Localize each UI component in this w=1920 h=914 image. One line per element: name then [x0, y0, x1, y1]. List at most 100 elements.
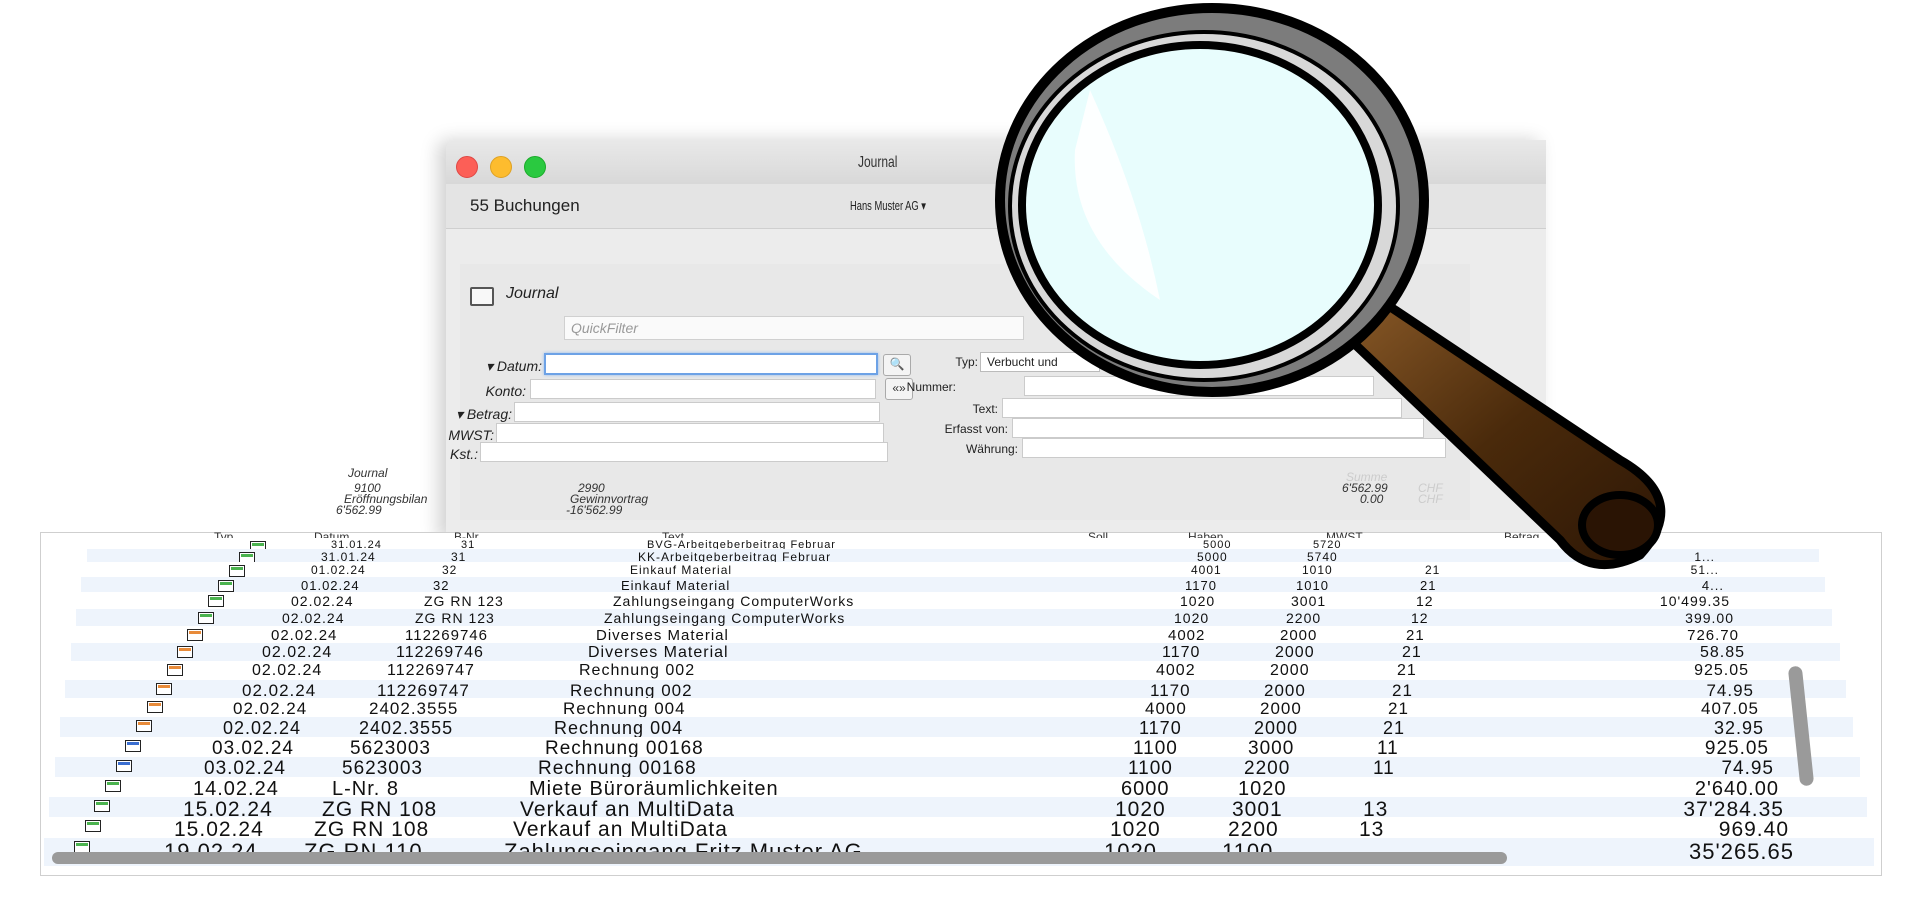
row-haben: 2000: [1254, 718, 1299, 738]
row-bnr: 2402.3555: [369, 699, 459, 718]
booking-type-icon: [229, 565, 245, 577]
kst-label: Kst.:: [449, 446, 478, 462]
row-bnr: ZG RN 123: [424, 593, 504, 609]
row-bnr: 32: [433, 578, 450, 593]
konto-field[interactable]: [530, 379, 876, 399]
row-text: Rechnung 004: [554, 718, 684, 738]
mwst-field[interactable]: [496, 423, 884, 443]
waehrung-field[interactable]: [1022, 438, 1446, 458]
row-mwst: 21: [1397, 662, 1417, 679]
minimize-window-button[interactable]: [490, 156, 512, 178]
row-mwst: 21: [1402, 644, 1422, 661]
row-haben: 2000: [1275, 644, 1315, 661]
booking-type-icon: [218, 580, 234, 592]
row-soll: 4000: [1145, 699, 1187, 718]
kst-field[interactable]: [480, 442, 888, 462]
text-label: Text:: [972, 402, 998, 416]
row-betrag: 58.85: [1699, 644, 1745, 661]
row-mwst: 21: [1383, 718, 1406, 738]
nummer-field[interactable]: [1024, 376, 1374, 396]
datum-label[interactable]: ▾ Datum:: [452, 358, 542, 375]
horizontal-scrollbar[interactable]: [52, 852, 1507, 864]
erfasst-von-field[interactable]: [1012, 418, 1424, 438]
row-betrag: 32.95: [1713, 718, 1764, 738]
booking-type-icon: [198, 612, 214, 624]
booking-count: 55 Buchungen: [470, 196, 580, 215]
summary-currency-2: CHF: [1418, 492, 1443, 506]
row-betrag: 726.70: [1687, 627, 1739, 644]
row-betrag: 10'499.35: [1659, 593, 1730, 609]
row-soll: 1020: [1174, 610, 1210, 626]
filter-section-title: Journal: [506, 285, 559, 302]
journal-icon: [470, 287, 494, 306]
row-mwst: 21: [1388, 699, 1409, 718]
row-date: 02.02.24: [271, 627, 338, 644]
row-date: 02.02.24: [233, 699, 308, 718]
row-soll: 1170: [1139, 718, 1182, 738]
mwst-label: MWST:: [448, 427, 494, 443]
row-haben: 2000: [1270, 662, 1310, 679]
row-date: 02.02.24: [291, 593, 354, 609]
nummer-label: Nummer:: [906, 380, 956, 394]
row-haben: 2000: [1280, 627, 1318, 644]
row-betrag: 4...: [1701, 578, 1724, 593]
row-haben: 2000: [1260, 699, 1302, 718]
row-text: Diverses Material: [596, 627, 729, 644]
row-soll: 4001: [1191, 563, 1222, 577]
row-soll: 4002: [1168, 627, 1206, 644]
row-mwst: 21: [1420, 578, 1437, 593]
row-date: 01.02.24: [301, 578, 360, 593]
row-soll: 1170: [1162, 644, 1201, 661]
window-title: Journal: [858, 154, 898, 171]
row-betrag: 925.05: [1694, 662, 1749, 679]
row-betrag: 35'265.65: [1689, 839, 1794, 864]
booking-type-icon: [177, 646, 193, 658]
row-mwst: 21: [1406, 627, 1425, 644]
row-bnr: 112269746: [405, 627, 488, 644]
booking-type-icon: [116, 760, 132, 772]
row-bnr: 112269746: [396, 644, 484, 661]
zoom-window-button[interactable]: [524, 156, 546, 178]
row-haben: 3001: [1291, 593, 1327, 609]
booking-type-icon: [125, 740, 141, 752]
erfasst-von-label: Erfasst von:: [944, 422, 1008, 436]
row-bnr: 2402.3555: [359, 718, 454, 738]
row-soll: 1170: [1185, 578, 1217, 593]
row-text: Zahlungseingang ComputerWorks: [613, 593, 855, 609]
close-window-button[interactable]: [456, 156, 478, 178]
row-haben: 1010: [1302, 563, 1333, 577]
summary-middle-amount: -16'562.99: [566, 503, 623, 517]
row-text: Diverses Material: [588, 644, 729, 661]
booking-type-icon: [85, 820, 101, 832]
row-text: Einkauf Material: [630, 563, 733, 577]
summary-heading: Journal: [348, 466, 388, 480]
text-field[interactable]: [1002, 398, 1402, 418]
row-mwst: 21: [1425, 563, 1441, 577]
row-haben: 1010: [1296, 578, 1329, 593]
quickfilter-input[interactable]: QuickFilter: [564, 316, 1024, 340]
title-bar[interactable]: Journal: [446, 140, 1546, 185]
betrag-label[interactable]: ▾ Betrag:: [420, 406, 512, 423]
betrag-field[interactable]: [514, 402, 880, 422]
booking-type-icon: [167, 664, 183, 676]
row-bnr: ZG RN 123: [415, 610, 495, 626]
datum-field[interactable]: [544, 353, 878, 375]
booking-type-icon: [94, 800, 110, 812]
typ-select[interactable]: Verbucht und: [980, 352, 1100, 372]
row-date: 02.02.24: [282, 610, 345, 626]
row-soll: 1020: [1180, 593, 1216, 609]
row-date: 02.02.24: [252, 662, 323, 679]
row-text: Zahlungseingang ComputerWorks: [604, 610, 846, 626]
booking-type-icon: [156, 683, 172, 695]
company-selector[interactable]: Hans Muster AG ▾: [850, 198, 926, 214]
row-mwst: 12: [1411, 610, 1429, 626]
row-text: Einkauf Material: [621, 578, 731, 593]
booking-type-icon: [136, 720, 152, 732]
booking-type-icon: [147, 701, 163, 713]
booking-type-icon: [105, 780, 121, 792]
row-text: Rechnung 004: [563, 699, 686, 718]
row-betrag: 51...: [1690, 563, 1719, 577]
row-soll: 4002: [1156, 662, 1196, 679]
row-mwst: 12: [1416, 593, 1434, 609]
row-betrag: 399.00: [1685, 610, 1734, 626]
